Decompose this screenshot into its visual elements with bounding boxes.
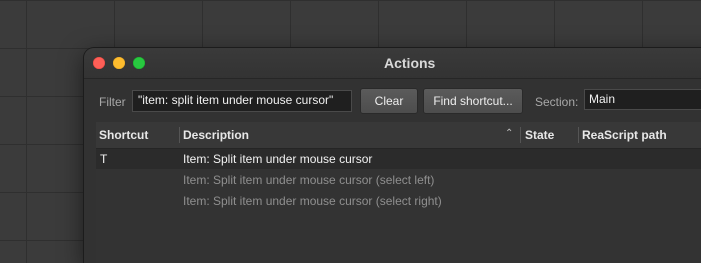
column-divider[interactable]	[520, 127, 521, 143]
column-header-description[interactable]: Description	[183, 128, 249, 142]
description-cell: Item: Split item under mouse cursor (sel…	[183, 173, 435, 187]
table-header: Shortcut Description ⌃ State ReaScript p…	[96, 122, 701, 149]
find-shortcut-button[interactable]: Find shortcut...	[423, 88, 523, 114]
section-select[interactable]: Main	[584, 89, 701, 110]
table-row[interactable]: T Item: Split item under mouse cursor	[96, 149, 701, 169]
actions-window: Actions Filter "item: split item under m…	[84, 48, 701, 263]
minimize-window-button[interactable]	[113, 57, 125, 69]
column-header-state[interactable]: State	[525, 128, 554, 142]
column-header-shortcut[interactable]: Shortcut	[99, 128, 148, 142]
table-row[interactable]: Item: Split item under mouse cursor (sel…	[96, 191, 701, 211]
table-row[interactable]: Item: Split item under mouse cursor (sel…	[96, 170, 701, 190]
section-label: Section:	[535, 95, 579, 109]
description-cell: Item: Split item under mouse cursor (sel…	[183, 194, 442, 208]
filter-label: Filter	[99, 95, 126, 109]
column-divider[interactable]	[179, 127, 180, 143]
maximize-window-button[interactable]	[133, 57, 145, 69]
actions-table: Shortcut Description ⌃ State ReaScript p…	[96, 122, 701, 263]
filter-input[interactable]: "item: split item under mouse cursor"	[132, 90, 352, 112]
window-title: Actions	[384, 55, 436, 71]
close-window-button[interactable]	[93, 57, 105, 69]
column-header-reascript-path[interactable]: ReaScript path	[582, 128, 667, 142]
title-bar[interactable]: Actions	[84, 48, 701, 79]
chevron-up-icon: ⌃	[505, 128, 514, 139]
clear-button[interactable]: Clear	[360, 88, 418, 114]
column-divider[interactable]	[578, 127, 579, 143]
description-cell: Item: Split item under mouse cursor	[183, 152, 373, 166]
shortcut-cell: T	[100, 152, 108, 166]
